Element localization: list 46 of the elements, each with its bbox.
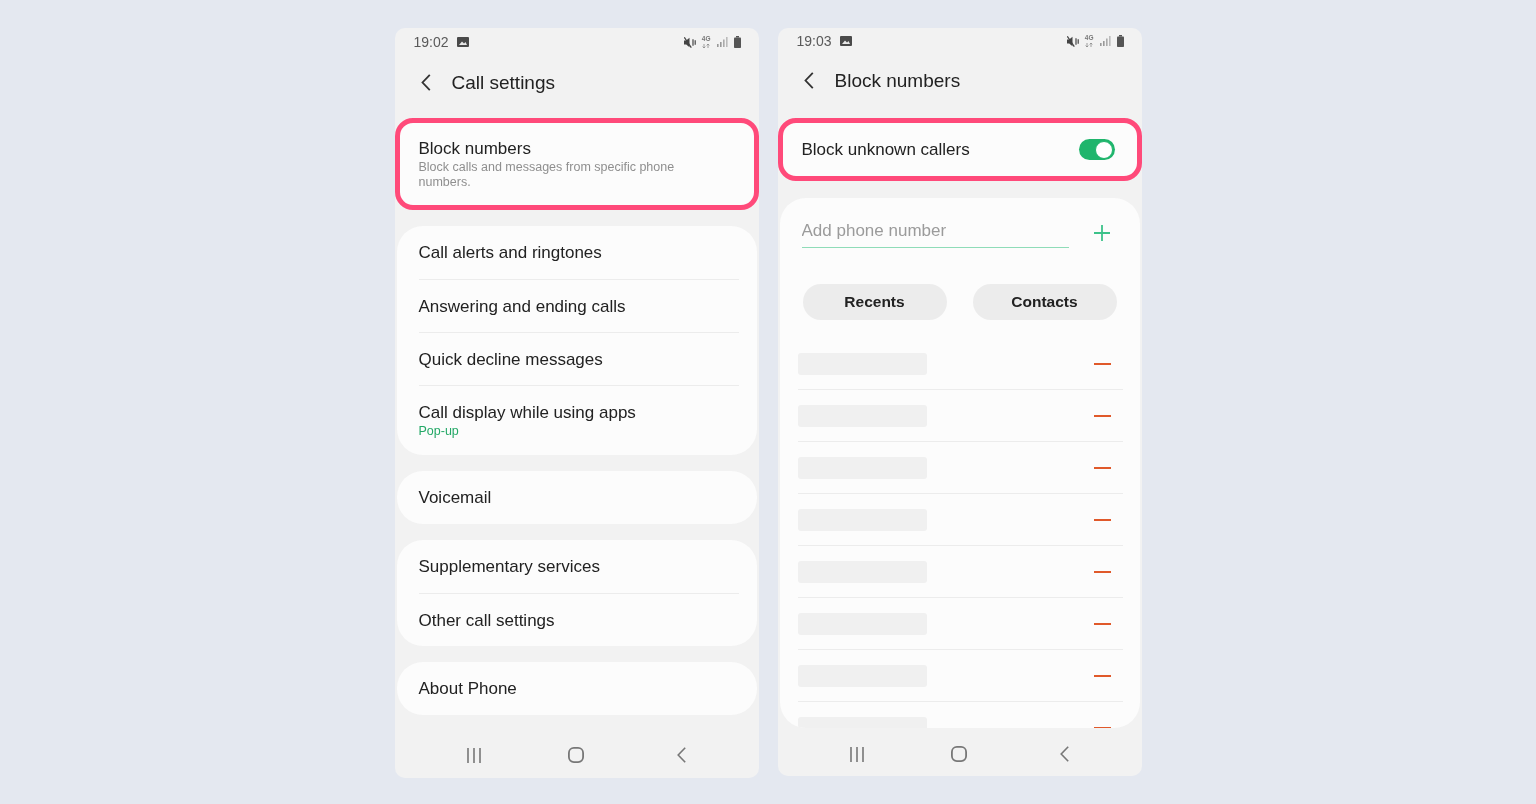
plus-icon bbox=[1093, 225, 1110, 241]
toggle-switch[interactable] bbox=[1078, 139, 1115, 160]
muted-speaker-icon bbox=[1066, 35, 1079, 47]
setting-title[interactable]: About Phone bbox=[418, 678, 739, 699]
status-time: 19:02 bbox=[413, 35, 449, 49]
setting-title[interactable]: Quick decline messages bbox=[418, 348, 739, 370]
add-button[interactable] bbox=[1093, 225, 1110, 241]
recent-apps-icon[interactable] bbox=[850, 746, 864, 762]
phone-number-input[interactable]: Add phone number bbox=[801, 215, 1069, 248]
minus-icon[interactable] bbox=[1093, 362, 1111, 365]
list-source-button[interactable]: Recents bbox=[802, 284, 947, 320]
picture-icon bbox=[839, 36, 852, 46]
back-icon[interactable] bbox=[803, 71, 814, 89]
minus-icon[interactable] bbox=[1093, 466, 1111, 469]
toggle-label: Block unknown callers bbox=[801, 141, 970, 158]
setting-title[interactable]: Block numbers bbox=[418, 138, 736, 159]
signal-icon bbox=[716, 37, 728, 47]
minus-icon[interactable] bbox=[1093, 518, 1111, 521]
muted-speaker-icon bbox=[683, 36, 696, 48]
battery-icon bbox=[733, 36, 741, 48]
minus-icon[interactable] bbox=[1093, 570, 1111, 573]
battery-icon bbox=[1116, 35, 1124, 47]
home-icon[interactable] bbox=[951, 746, 967, 762]
home-icon[interactable] bbox=[568, 747, 584, 763]
setting-title[interactable]: Voicemail bbox=[418, 487, 739, 508]
list-source-button[interactable]: Contacts bbox=[972, 284, 1117, 320]
minus-icon[interactable] bbox=[1093, 726, 1111, 728]
data-arrows-icon bbox=[702, 43, 711, 48]
setting-title[interactable]: Call display while using apps bbox=[418, 402, 739, 423]
screen-title: Block numbers bbox=[834, 70, 961, 90]
minus-icon[interactable] bbox=[1093, 622, 1111, 625]
recent-apps-icon[interactable] bbox=[467, 747, 481, 763]
signal-icon bbox=[1099, 36, 1111, 46]
setting-description: Block calls and messages from specific phone numbers. bbox=[418, 160, 676, 190]
setting-title[interactable]: Answering and ending calls bbox=[418, 295, 739, 317]
screen-title: Call settings bbox=[451, 72, 555, 92]
status-time: 19:03 bbox=[796, 34, 832, 48]
minus-icon[interactable] bbox=[1093, 414, 1111, 417]
setting-value: Pop-up bbox=[418, 423, 460, 439]
setting-title[interactable]: Other call settings bbox=[418, 609, 739, 631]
back-icon[interactable] bbox=[420, 73, 431, 91]
data-arrows-icon bbox=[1085, 42, 1094, 47]
setting-title[interactable]: Call alerts and ringtones bbox=[418, 242, 739, 263]
minus-icon[interactable] bbox=[1093, 674, 1111, 677]
picture-icon bbox=[456, 37, 469, 47]
setting-title[interactable]: Supplementary services bbox=[418, 556, 739, 577]
